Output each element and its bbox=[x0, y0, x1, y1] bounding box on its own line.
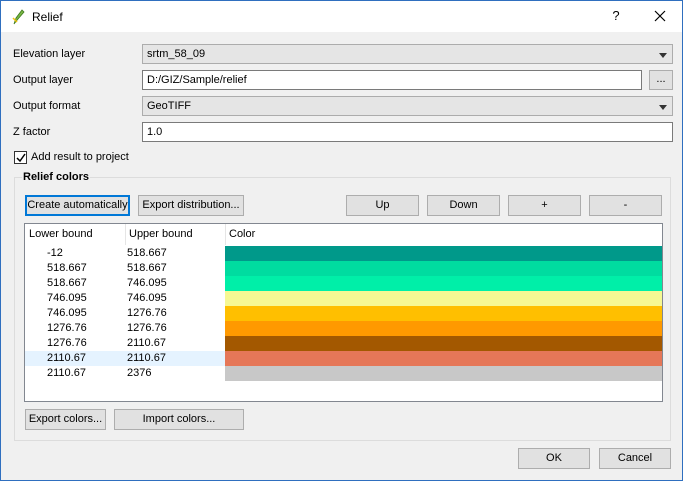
upper-bound-cell[interactable]: 2376 bbox=[127, 367, 151, 379]
column-header-upper[interactable]: Upper bound bbox=[125, 224, 225, 245]
lower-bound-cell[interactable]: 1276.76 bbox=[47, 322, 87, 334]
lower-bound-cell[interactable]: 518.667 bbox=[47, 277, 87, 289]
z-factor-value: 1.0 bbox=[147, 126, 163, 138]
up-button[interactable]: Up bbox=[346, 195, 419, 216]
output-format-combo[interactable]: GeoTIFF bbox=[142, 96, 673, 116]
table-row[interactable]: 518.667 746.095 bbox=[25, 276, 662, 291]
window-title: Relief bbox=[32, 10, 63, 24]
lower-bound-cell[interactable]: 518.667 bbox=[47, 262, 87, 274]
help-button[interactable]: ? bbox=[605, 5, 627, 27]
export-colors-button[interactable]: Export colors... bbox=[25, 409, 106, 430]
table-row[interactable]: 518.667 518.667 bbox=[25, 261, 662, 276]
ok-button[interactable]: OK bbox=[518, 448, 590, 469]
remove-row-button[interactable]: - bbox=[589, 195, 662, 216]
upper-bound-cell[interactable]: 1276.76 bbox=[127, 322, 167, 334]
lower-bound-cell[interactable]: 2110.67 bbox=[47, 352, 86, 364]
color-swatch[interactable] bbox=[225, 246, 662, 261]
cancel-button[interactable]: Cancel bbox=[599, 448, 671, 469]
relief-colors-title: Relief colors bbox=[22, 171, 91, 183]
output-layer-label: Output layer bbox=[13, 74, 73, 86]
upper-bound-cell[interactable]: 746.095 bbox=[127, 277, 167, 289]
chevron-down-icon bbox=[659, 105, 667, 110]
table-row[interactable]: -12 518.667 bbox=[25, 246, 662, 261]
upper-bound-cell[interactable]: 518.667 bbox=[127, 247, 167, 259]
close-button[interactable] bbox=[646, 5, 674, 27]
elevation-layer-label: Elevation layer bbox=[13, 48, 86, 60]
upper-bound-cell[interactable]: 1276.76 bbox=[127, 307, 167, 319]
color-swatch[interactable] bbox=[225, 276, 662, 291]
lower-bound-cell[interactable]: 746.095 bbox=[47, 292, 87, 304]
table-row[interactable]: 746.095 746.095 bbox=[25, 291, 662, 306]
table-row[interactable]: 1276.76 1276.76 bbox=[25, 321, 662, 336]
add-result-label: Add result to project bbox=[31, 151, 129, 163]
z-factor-label: Z factor bbox=[13, 126, 51, 138]
column-header-lower[interactable]: Lower bound bbox=[25, 224, 125, 245]
lower-bound-cell[interactable]: 1276.76 bbox=[47, 337, 87, 349]
output-format-label: Output format bbox=[13, 100, 81, 112]
export-distribution-button[interactable]: Export distribution... bbox=[138, 195, 244, 216]
color-swatch[interactable] bbox=[225, 336, 662, 351]
import-colors-button[interactable]: Import colors... bbox=[114, 409, 244, 430]
column-header-color[interactable]: Color bbox=[225, 224, 662, 245]
qgis-icon bbox=[11, 9, 25, 25]
output-layer-input[interactable]: D:/GIZ/Sample/relief bbox=[142, 70, 642, 90]
color-swatch[interactable] bbox=[225, 261, 662, 276]
color-swatch[interactable] bbox=[225, 291, 662, 306]
output-format-value: GeoTIFF bbox=[147, 100, 192, 112]
create-automatically-button[interactable]: Create automatically bbox=[25, 195, 130, 216]
lower-bound-cell[interactable]: 2110.67 bbox=[47, 367, 86, 379]
color-swatch[interactable] bbox=[225, 366, 662, 381]
color-swatch[interactable] bbox=[225, 306, 662, 321]
relief-colors-table[interactable]: Lower bound Upper bound Color -12 518.667… bbox=[24, 223, 663, 402]
color-swatch[interactable] bbox=[225, 321, 662, 336]
down-button[interactable]: Down bbox=[427, 195, 500, 216]
relief-dialog: Relief ? Elevation layer srtm_58_09 Outp… bbox=[0, 0, 683, 481]
browse-button[interactable]: ... bbox=[649, 70, 673, 90]
table-row[interactable]: 1276.76 2110.67 bbox=[25, 336, 662, 351]
upper-bound-cell[interactable]: 2110.67 bbox=[127, 352, 166, 364]
upper-bound-cell[interactable]: 746.095 bbox=[127, 292, 167, 304]
checkmark-icon bbox=[16, 153, 26, 163]
add-row-button[interactable]: + bbox=[508, 195, 581, 216]
close-icon bbox=[654, 10, 666, 22]
table-row[interactable]: 746.095 1276.76 bbox=[25, 306, 662, 321]
upper-bound-cell[interactable]: 518.667 bbox=[127, 262, 167, 274]
elevation-layer-combo[interactable]: srtm_58_09 bbox=[142, 44, 673, 64]
chevron-down-icon bbox=[659, 53, 667, 58]
title-bar: Relief ? bbox=[1, 1, 682, 32]
table-row[interactable]: 2110.67 2376 bbox=[25, 366, 662, 381]
output-layer-value: D:/GIZ/Sample/relief bbox=[147, 74, 247, 86]
table-row[interactable]: 2110.67 2110.67 bbox=[25, 351, 662, 366]
upper-bound-cell[interactable]: 2110.67 bbox=[127, 337, 166, 349]
z-factor-input[interactable]: 1.0 bbox=[142, 122, 673, 142]
lower-bound-cell[interactable]: -12 bbox=[47, 247, 63, 259]
color-swatch[interactable] bbox=[225, 351, 662, 366]
lower-bound-cell[interactable]: 746.095 bbox=[47, 307, 87, 319]
add-result-checkbox[interactable] bbox=[14, 151, 27, 164]
elevation-layer-value: srtm_58_09 bbox=[147, 48, 206, 60]
